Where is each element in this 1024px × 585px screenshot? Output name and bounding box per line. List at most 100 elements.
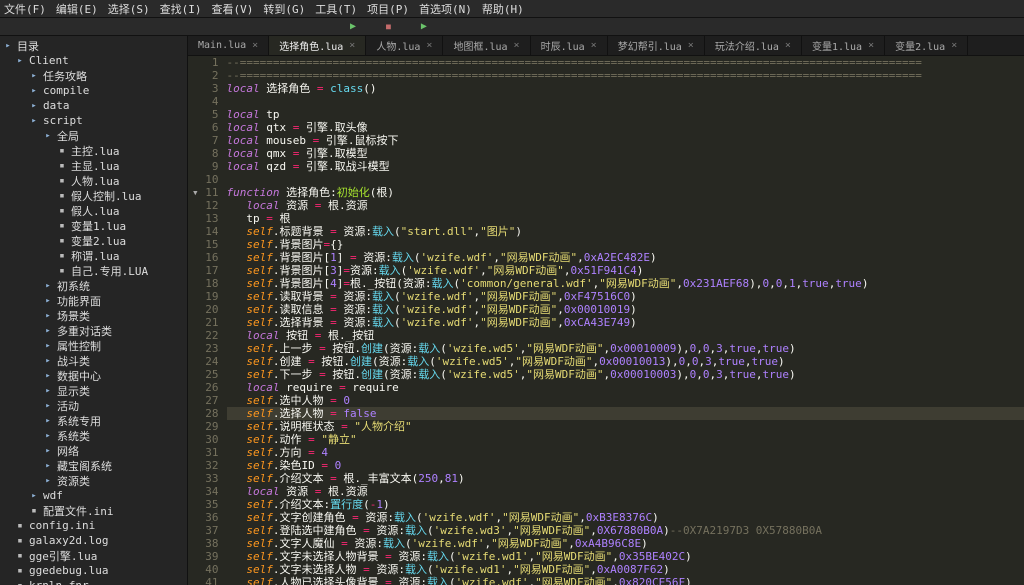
code-line[interactable]: self.方向 = 4 xyxy=(227,446,1024,459)
tree-file[interactable]: ▪主显.lua xyxy=(0,158,187,173)
tree-folder[interactable]: ▸wdf xyxy=(0,488,187,503)
editor-tab[interactable]: Main.lua× xyxy=(188,36,269,55)
tree-folder[interactable]: ▸任务攻略 xyxy=(0,68,187,83)
close-icon[interactable]: × xyxy=(591,40,597,51)
code-line[interactable]: self.染色ID = 0 xyxy=(227,459,1024,472)
menu-item[interactable]: 项目(P) xyxy=(367,1,409,17)
tree-folder[interactable]: ▸场景类 xyxy=(0,308,187,323)
code-line[interactable]: self.介绍文本:置行度(-1) xyxy=(227,498,1024,511)
menu-item[interactable]: 编辑(E) xyxy=(56,1,98,17)
code-line[interactable]: self.动作 = "静立" xyxy=(227,433,1024,446)
tree-folder[interactable]: ▸战斗类 xyxy=(0,353,187,368)
tree-file[interactable]: ▪配置文件.ini xyxy=(0,503,187,518)
close-icon[interactable]: × xyxy=(514,40,520,51)
tree-file[interactable]: ▪galaxy2d.log xyxy=(0,533,187,548)
editor-tab[interactable]: 人物.lua× xyxy=(366,36,443,55)
close-icon[interactable]: × xyxy=(868,40,874,51)
code-line[interactable]: self.人物已选择头像背景 = 资源:载入('wzife.wdf',"网易WD… xyxy=(227,576,1024,585)
tree-file[interactable]: ▪gge引擎.lua xyxy=(0,548,187,563)
tree-folder[interactable]: ▸数据中心 xyxy=(0,368,187,383)
code-line[interactable]: self.文字未选择人物背景 = 资源:载入('wzife.wd1',"网易WD… xyxy=(227,550,1024,563)
tree-file[interactable]: ▪人物.lua xyxy=(0,173,187,188)
code-line[interactable]: local 资源 = 根.资源 xyxy=(227,199,1024,212)
tree-folder[interactable]: ▸目录 xyxy=(0,38,187,53)
menu-item[interactable]: 选择(S) xyxy=(108,1,150,17)
code-line[interactable]: local 按钮 = 根._按钮 xyxy=(227,329,1024,342)
tree-folder[interactable]: ▸data xyxy=(0,98,187,113)
menu-item[interactable]: 首选项(N) xyxy=(419,1,472,17)
tree-folder[interactable]: ▸多重对话类 xyxy=(0,323,187,338)
tree-folder[interactable]: ▸藏宝阁系统 xyxy=(0,458,187,473)
menu-item[interactable]: 帮助(H) xyxy=(482,1,524,17)
tree-folder[interactable]: ▸网络 xyxy=(0,443,187,458)
close-icon[interactable]: × xyxy=(349,40,355,51)
code-line[interactable]: self.说明框状态 = "人物介绍" xyxy=(227,420,1024,433)
code-line[interactable]: self.创建 = 按钮.创建(资源:载入('wzife.wd5',"网易WDF… xyxy=(227,355,1024,368)
tree-folder[interactable]: ▸初系统 xyxy=(0,278,187,293)
code-line[interactable]: tp = 根 xyxy=(227,212,1024,225)
tree-file[interactable]: ▪krnln.fnr xyxy=(0,578,187,585)
tree-folder[interactable]: ▸显示类 xyxy=(0,383,187,398)
code-line[interactable]: local 选择角色 = class() xyxy=(227,82,1024,95)
code-line[interactable]: self.背景图片[4]=根._按钮(资源:载入('common/general… xyxy=(227,277,1024,290)
code-line[interactable]: self.文字人魔仙 = 资源:载入('wzife.wdf',"网易WDF动画"… xyxy=(227,537,1024,550)
code-line[interactable]: self.标题背景 = 资源:载入("start.dll","图片") xyxy=(227,225,1024,238)
code-line[interactable] xyxy=(227,95,1024,108)
tree-folder[interactable]: ▸Client xyxy=(0,53,187,68)
code-line[interactable]: local require = require xyxy=(227,381,1024,394)
tree-file[interactable]: ▪称谓.lua xyxy=(0,248,187,263)
run-button[interactable]: ▶ xyxy=(350,21,356,32)
code-area[interactable]: 12345678910▾ 111213141516171819202122232… xyxy=(188,56,1024,585)
tree-folder[interactable]: ▸系统类 xyxy=(0,428,187,443)
code-line[interactable]: local qzd = 引擎.取战斗模型 xyxy=(227,160,1024,173)
code-line[interactable]: local qtx = 引擎.取头像 xyxy=(227,121,1024,134)
code-line[interactable] xyxy=(227,173,1024,186)
code-content[interactable]: --======================================… xyxy=(227,56,1024,585)
editor-tab[interactable]: 选择角色.lua× xyxy=(269,36,366,55)
tree-file[interactable]: ▪config.ini xyxy=(0,518,187,533)
code-line[interactable]: self.选择人物 = false xyxy=(227,407,1024,420)
code-line[interactable]: local 资源 = 根.资源 xyxy=(227,485,1024,498)
close-icon[interactable]: × xyxy=(688,40,694,51)
menu-item[interactable]: 转到(G) xyxy=(263,1,305,17)
code-line[interactable]: self.上一步 = 按钮.创建(资源:载入('wzife.wd5',"网易WD… xyxy=(227,342,1024,355)
code-line[interactable]: self.读取信息 = 资源:载入('wzife.wdf',"网易WDF动画",… xyxy=(227,303,1024,316)
menu-item[interactable]: 查看(V) xyxy=(212,1,254,17)
code-line[interactable]: local mouseb = 引擎.鼠标按下 xyxy=(227,134,1024,147)
editor-tab[interactable]: 梦幻帮引.lua× xyxy=(608,36,705,55)
run-alt-button[interactable]: ▶ xyxy=(421,21,427,32)
close-icon[interactable]: × xyxy=(951,40,957,51)
editor-tab[interactable]: 地图框.lua× xyxy=(443,36,530,55)
code-line[interactable]: self.文字未选择人物 = 资源:载入('wzife.wd1',"网易WDF动… xyxy=(227,563,1024,576)
tree-file[interactable]: ▪变量2.lua xyxy=(0,233,187,248)
close-icon[interactable]: × xyxy=(785,40,791,51)
editor-tab[interactable]: 变量2.lua× xyxy=(885,36,968,55)
code-line[interactable]: --======================================… xyxy=(227,69,1024,82)
code-line[interactable]: self.背景图片[3]=资源:载入('wzife.wdf',"网易WDF动画"… xyxy=(227,264,1024,277)
tree-folder[interactable]: ▸全局 xyxy=(0,128,187,143)
tree-file[interactable]: ▪主控.lua xyxy=(0,143,187,158)
tree-folder[interactable]: ▸系统专用 xyxy=(0,413,187,428)
close-icon[interactable]: × xyxy=(426,40,432,51)
code-line[interactable]: local qmx = 引擎.取模型 xyxy=(227,147,1024,160)
code-line[interactable]: self.读取背景 = 资源:载入('wzife.wdf',"网易WDF动画",… xyxy=(227,290,1024,303)
tree-folder[interactable]: ▸资源类 xyxy=(0,473,187,488)
menu-item[interactable]: 查找(I) xyxy=(160,1,202,17)
tree-file[interactable]: ▪ggedebug.lua xyxy=(0,563,187,578)
stop-button[interactable]: ■ xyxy=(386,22,391,31)
code-line[interactable]: self.背景图片={} xyxy=(227,238,1024,251)
editor-tab[interactable]: 变量1.lua× xyxy=(802,36,885,55)
code-line[interactable]: local tp xyxy=(227,108,1024,121)
menu-item[interactable]: 工具(T) xyxy=(315,1,357,17)
file-tree[interactable]: ▸目录▸Client▸任务攻略▸compile▸data▸script▸全局▪主… xyxy=(0,36,188,585)
tree-folder[interactable]: ▸compile xyxy=(0,83,187,98)
code-line[interactable]: self.选中人物 = 0 xyxy=(227,394,1024,407)
tree-file[interactable]: ▪假人控制.lua xyxy=(0,188,187,203)
editor-tab[interactable]: 时辰.lua× xyxy=(531,36,608,55)
code-line[interactable]: self.登陆选中建角色 = 资源:载入('wzife.wd3',"网易WDF动… xyxy=(227,524,1024,537)
code-line[interactable]: self.文字创建角色 = 资源:载入('wzife.wdf',"网易WDF动画… xyxy=(227,511,1024,524)
tree-folder[interactable]: ▸属性控制 xyxy=(0,338,187,353)
tree-folder[interactable]: ▸script xyxy=(0,113,187,128)
editor-tab[interactable]: 玩法介绍.lua× xyxy=(705,36,802,55)
tree-folder[interactable]: ▸活动 xyxy=(0,398,187,413)
